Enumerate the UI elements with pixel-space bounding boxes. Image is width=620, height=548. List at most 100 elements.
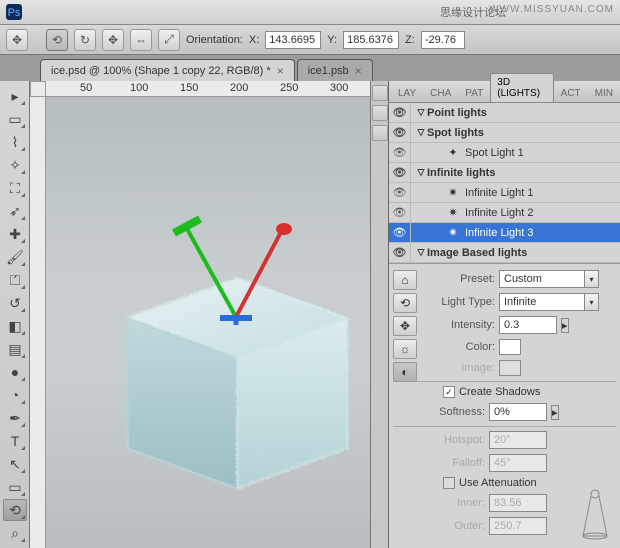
close-icon[interactable]: × [277,64,284,78]
tab-layers[interactable]: LAY [391,84,423,102]
softness-label: Softness: [393,406,485,418]
visibility-icon[interactable]: 👁 [389,143,411,163]
history-brush-tool-icon[interactable]: ↺ [3,292,27,314]
intensity-input[interactable]: 0.3 [499,316,557,334]
doc-tab-active[interactable]: ice.psd @ 100% (Shape 1 copy 22, RGB/8) … [40,59,295,81]
collapsed-dock [370,81,388,548]
3d-rotate-icon[interactable]: ⟲ [46,29,68,51]
nav-light-icon[interactable]: ☼ [393,339,417,359]
outer-input: 250.7 [489,517,547,535]
heal-tool-icon[interactable]: ✚ [3,223,27,245]
3d-scale-icon[interactable]: ⤢ [158,29,180,51]
type-tool-icon[interactable]: T [3,430,27,452]
ice-cube-object[interactable] [86,197,366,497]
inner-input: 83.56 [489,494,547,512]
light-group-point[interactable]: 👁 ▽ Point lights [389,103,620,123]
spot-light-icon: ✦ [445,146,461,160]
chevron-down-icon[interactable]: ▾ [585,270,599,288]
softness-input[interactable]: 0% [489,403,547,421]
collapse-icon[interactable]: ▽ [415,127,427,138]
pen-tool-icon[interactable]: ✒ [3,407,27,429]
close-icon[interactable]: × [355,64,362,78]
collapse-icon[interactable]: ▽ [415,247,427,258]
falloff-input: 45° [489,454,547,472]
brush-tool-icon[interactable]: 🖌 [3,246,27,268]
light-item-selected[interactable]: 👁 ✷ Infinite Light 3 [389,223,620,243]
light-group-image[interactable]: 👁 ▽ Image Based lights [389,243,620,263]
3d-lights-panel: LAY CHA PAT 3D (LIGHTS) ACT MIN 👁 ▽ Poin… [388,81,620,548]
z-input[interactable]: -29.76 [421,31,465,49]
dock-icon[interactable] [372,85,388,101]
3d-roll-icon[interactable]: ↻ [74,29,96,51]
tab-channels[interactable]: CHA [423,84,458,102]
visibility-icon[interactable]: 👁 [389,123,411,143]
nav-home-icon[interactable]: ⌂ [393,270,417,290]
inner-label: Inner: [393,497,485,509]
shape-tool-icon[interactable]: ▭ [3,476,27,498]
doc-tab-label: ice.psd @ 100% (Shape 1 copy 22, RGB/8) … [51,65,271,77]
lights-tree: 👁 ▽ Point lights 👁 ▽ Spot lights 👁 ✦ Spo… [389,103,620,263]
light-group-infinite[interactable]: 👁 ▽ Infinite lights [389,163,620,183]
move-tool-icon[interactable]: ▸ [3,85,27,107]
tab-actions[interactable]: ACT [554,84,588,102]
light-item[interactable]: 👁 ✦ Spot Light 1 [389,143,620,163]
z-label: Z: [405,34,415,46]
gradient-tool-icon[interactable]: ▤ [3,338,27,360]
nav-toggle-icon[interactable]: ◐ [393,362,417,382]
canvas-area: 50 100 150 200 250 300 [30,81,370,548]
dock-icon[interactable] [372,125,388,141]
visibility-icon[interactable]: 👁 [389,203,411,223]
create-shadows-checkbox[interactable]: ✓ [443,386,455,398]
visibility-icon[interactable]: 👁 [389,103,411,123]
light-type-select[interactable]: Infinite▾ [499,293,599,311]
blur-tool-icon[interactable]: ● [3,361,27,383]
light-item[interactable]: 👁 ✷ Infinite Light 2 [389,203,620,223]
slider-icon[interactable]: ▸ [551,405,559,420]
dodge-tool-icon[interactable]: ◔ [3,384,27,406]
panel-tabs: LAY CHA PAT 3D (LIGHTS) ACT MIN [389,81,620,103]
visibility-icon[interactable]: 👁 [389,183,411,203]
3d-tool-icon[interactable]: ✥ [6,29,28,51]
3d-slide-icon[interactable]: ⇔ [130,29,152,51]
y-label: Y: [327,34,337,46]
preset-select[interactable]: Custom▾ [499,270,599,288]
nav-pan-icon[interactable]: ✥ [393,316,417,336]
tab-paths[interactable]: PAT [458,84,490,102]
visibility-icon[interactable]: 👁 [389,243,411,263]
lasso-tool-icon[interactable]: ⌇ [3,131,27,153]
light-group-spot[interactable]: 👁 ▽ Spot lights [389,123,620,143]
doc-tab-inactive[interactable]: ice1.psb × [297,59,373,81]
y-input[interactable]: 185.6376 [343,31,399,49]
intensity-label: Intensity: [423,319,495,331]
eyedropper-tool-icon[interactable]: ➶ [3,200,27,222]
color-swatch[interactable] [499,339,521,355]
spotlight-preview-icon [578,486,612,540]
collapse-icon[interactable]: ▽ [415,107,427,118]
use-atten-label: Use Attenuation [459,477,537,489]
eraser-tool-icon[interactable]: ◧ [3,315,27,337]
3d-rotate-tool-icon[interactable]: ⟲ [3,499,27,521]
chevron-down-icon[interactable]: ▾ [585,293,599,311]
tab-min[interactable]: MIN [588,84,620,102]
wand-tool-icon[interactable]: ✧ [3,154,27,176]
3d-camera-tool-icon[interactable]: ⌕ [3,522,27,544]
stamp-tool-icon[interactable]: ⏍ [3,269,27,291]
collapse-icon[interactable]: ▽ [415,167,427,178]
watermark-text: WWW.MISSYUAN.COM [489,4,614,15]
visibility-icon[interactable]: 👁 [389,163,411,183]
light-item[interactable]: 👁 ✷ Infinite Light 1 [389,183,620,203]
dock-icon[interactable] [372,105,388,121]
marquee-tool-icon[interactable]: ▭ [3,108,27,130]
nav-rotate-icon[interactable]: ⟲ [393,293,417,313]
light-properties: ⌂ ⟲ ✥ ☼ ◐ Preset: Custom▾ Light Type: In… [389,263,620,548]
canvas[interactable] [46,97,370,548]
crop-tool-icon[interactable]: ⛶ [3,177,27,199]
path-tool-icon[interactable]: ↖ [3,453,27,475]
slider-icon[interactable]: ▸ [561,318,569,333]
x-label: X: [249,34,259,46]
preset-label: Preset: [423,273,495,285]
3d-pan-icon[interactable]: ✥ [102,29,124,51]
tab-3d-lights[interactable]: 3D (LIGHTS) [490,73,553,102]
x-input[interactable]: 143.6695 [265,31,321,49]
visibility-icon[interactable]: 👁 [389,223,411,243]
